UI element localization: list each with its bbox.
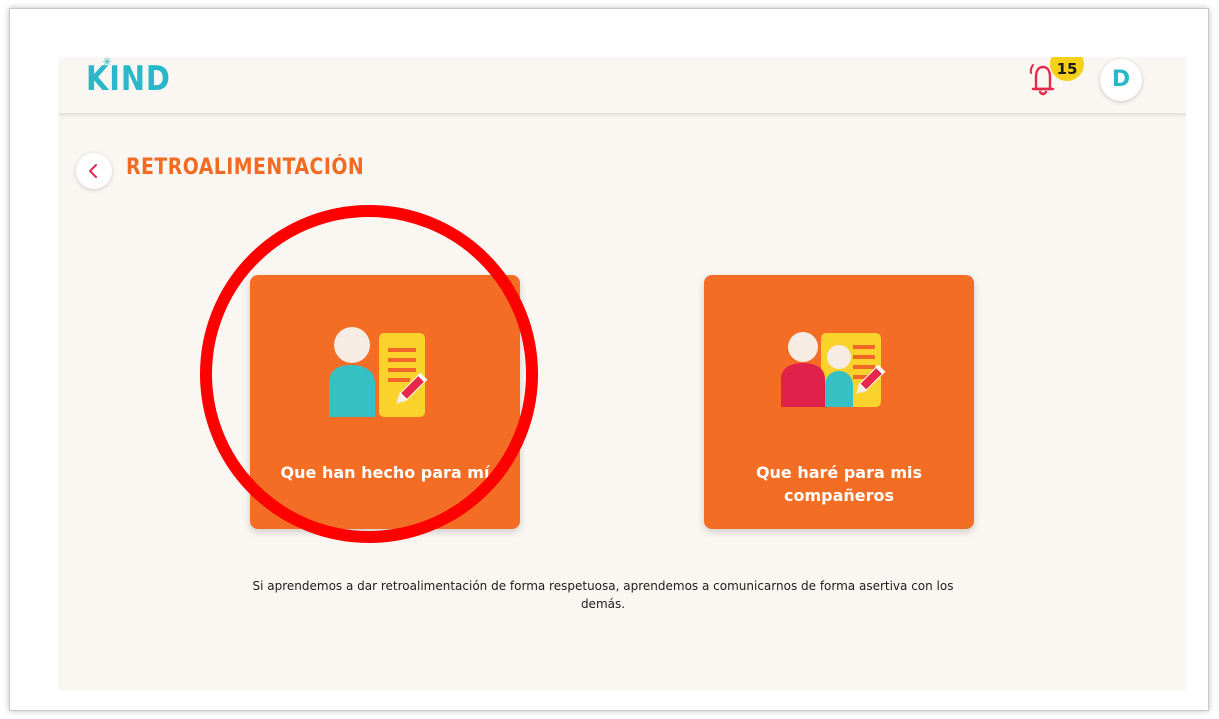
group-feedback-icon <box>781 332 886 407</box>
app-window: KIND ✳ 15 D RETROALIMENTACIÓN Que han he… <box>58 57 1186 690</box>
back-button[interactable] <box>76 153 112 189</box>
logo-spark-icon: ✳ <box>102 57 113 69</box>
footnote-text: Si aprendemos a dar retroalimentación de… <box>252 579 954 611</box>
page-title: RETROALIMENTACIÓN <box>126 155 365 180</box>
card-label: Que haré para mis compañeros <box>755 463 923 505</box>
user-avatar[interactable]: D <box>1100 59 1142 101</box>
screenshot-frame: KIND ✳ 15 D RETROALIMENTACIÓN Que han he… <box>9 8 1209 711</box>
card-received-feedback[interactable]: Que han hecho para mí <box>250 275 520 529</box>
card-label: Que han hecho para mí <box>280 463 490 482</box>
card-give-feedback[interactable]: Que haré para mis compañeros <box>704 275 974 529</box>
top-bar: KIND ✳ 15 D <box>58 57 1186 113</box>
person-feedback-icon <box>329 327 428 417</box>
chevron-left-icon <box>89 164 97 178</box>
logo-text: KIND <box>86 59 171 99</box>
app-logo[interactable]: KIND <box>86 59 171 99</box>
